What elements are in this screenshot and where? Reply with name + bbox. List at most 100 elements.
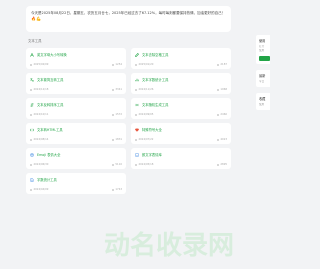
section-title: 文本工具	[28, 39, 42, 43]
card-title[interactable]: 文本去除空格工具	[142, 52, 168, 57]
main-content: 今天是2025年08月22日，星期五，农历五月廿七，2025年已经过去了67.1…	[26, 6, 231, 194]
card-date: 2025/02/09	[30, 63, 48, 66]
tool-card[interactable]: 字数统计工具 2024/04/09 1743	[26, 173, 126, 194]
eye-icon	[216, 88, 219, 91]
count-icon	[135, 78, 139, 82]
card-title[interactable]: 字数统计工具	[37, 177, 57, 182]
tool-card[interactable]: 文本随机生成工具 2024/09/05 2460	[131, 98, 231, 119]
card-views: 5110	[111, 163, 122, 166]
card-date-text: 2025/01/20	[138, 63, 154, 66]
card-date-text: 2024/05/18	[138, 163, 154, 166]
card-views-text: 1743	[115, 188, 122, 191]
clock-icon	[30, 188, 32, 191]
card-meta: 2024/12/18 3341	[30, 88, 122, 91]
sidebar-text: 今日	[259, 80, 265, 83]
eye-icon	[111, 88, 114, 91]
tool-card[interactable]: 文本繁简互转工具 2024/12/18 3341	[26, 73, 126, 94]
card-views: 1743	[111, 188, 122, 191]
clock-icon	[30, 138, 32, 141]
eye-icon	[111, 63, 114, 66]
eye-icon	[216, 63, 219, 66]
clock-icon	[30, 113, 32, 116]
card-views: 1254	[111, 63, 122, 66]
card-header: 字数统计工具	[30, 177, 122, 182]
doc-icon	[30, 177, 34, 182]
card-views-text: 2187	[220, 63, 227, 66]
eye-icon	[216, 113, 219, 116]
sidebar-heading: 使用	[259, 39, 266, 43]
card-views: 2187	[216, 63, 227, 66]
card-header: 特殊符号大全	[135, 127, 227, 132]
eye-icon	[111, 188, 114, 191]
card-title[interactable]: 文本繁简互转工具	[37, 77, 63, 82]
translate-icon	[30, 77, 34, 82]
tool-card[interactable]: 特殊符号大全 2024/07/22 4023	[131, 123, 231, 144]
card-views-text: 5110	[115, 163, 122, 166]
card-date-text: 2025/02/09	[33, 63, 49, 66]
eye-icon	[216, 138, 219, 141]
card-header: 文本字数统计工具	[135, 77, 227, 82]
card-views-text: 1254	[115, 63, 122, 66]
right-sidebar: 使用 打开 使用 最新 今日 收藏 使用	[256, 35, 270, 116]
tool-card[interactable]: 颜文字表情库 2024/05/18 2895	[131, 148, 231, 169]
eye-icon	[216, 163, 219, 166]
card-date-text: 2024/10/11	[33, 113, 49, 116]
card-date: 2024/06/30	[30, 163, 48, 166]
card-date: 2024/09/05	[135, 113, 153, 116]
eye-icon	[111, 138, 114, 141]
card-title[interactable]: 文本字数统计工具	[142, 77, 168, 82]
welcome-banner: 今天是2025年08月22日，星期五，农历五月廿七，2025年已经过去了67.1…	[26, 6, 231, 32]
card-header: 颜文字表情库	[135, 152, 227, 157]
card-date-text: 2024/07/22	[138, 138, 154, 141]
card-views: 1831	[111, 138, 122, 141]
tool-card[interactable]: 文本转HTML工具 2024/08/14 1831	[26, 123, 126, 144]
card-title[interactable]: 颜文字表情库	[142, 152, 162, 157]
banner-message: 今天是2025年08月22日，星期五，农历五月廿七，2025年已经过去了67.1…	[31, 11, 226, 15]
clock-icon	[135, 63, 137, 66]
card-header: 文本繁简互转工具	[30, 77, 122, 82]
card-title[interactable]: 特殊符号大全	[142, 127, 162, 132]
watermark-logo: 动名收录网	[104, 230, 234, 260]
card-date-text: 2024/04/09	[33, 188, 49, 191]
card-title[interactable]: 文本转HTML工具	[37, 127, 63, 132]
card-title[interactable]: Emoji 表情大全	[37, 152, 60, 157]
card-meta: 2024/08/14 1831	[30, 138, 122, 141]
edit-icon	[135, 52, 139, 57]
tool-card[interactable]: 英文字母大小写转换 2025/02/09 1254	[26, 48, 126, 69]
card-date-text: 2024/06/30	[33, 163, 49, 166]
card-date-text: 2024/11/26	[138, 88, 154, 91]
tool-card[interactable]: 文本字数统计工具 2024/11/26 1968	[131, 73, 231, 94]
card-title[interactable]: 文本反转排序工具	[37, 102, 63, 107]
card-views-text: 1831	[115, 138, 122, 141]
clock-icon	[135, 88, 137, 91]
card-meta: 2024/04/09 1743	[30, 188, 122, 191]
eye-icon	[111, 113, 114, 116]
sidebar-heading: 最新	[259, 74, 266, 78]
eye-icon	[111, 163, 114, 166]
card-title[interactable]: 文本随机生成工具	[142, 102, 168, 107]
card-date: 2024/12/18	[30, 88, 48, 91]
clock-icon	[30, 163, 32, 166]
tool-card[interactable]: 文本反转排序工具 2024/10/11 1572	[26, 98, 126, 119]
card-date: 2024/07/22	[135, 138, 153, 141]
sidebar-action-button[interactable]	[259, 56, 270, 61]
tool-card[interactable]: Emoji 表情大全 2024/06/30 5110	[26, 148, 126, 169]
font-icon	[30, 52, 34, 57]
card-date: 2024/11/26	[135, 88, 153, 91]
card-date: 2024/04/09	[30, 188, 48, 191]
face-icon	[135, 152, 139, 157]
card-views-text: 3341	[115, 88, 122, 91]
card-date-text: 2024/12/18	[33, 88, 49, 91]
clock-icon	[135, 138, 137, 141]
card-meta: 2024/05/18 2895	[135, 163, 227, 166]
heart-icon	[135, 127, 139, 132]
tool-card-grid: 英文字母大小写转换 2025/02/09 1254 文本去除空格工具 2025/01/2…	[26, 48, 231, 194]
card-views-text: 2895	[220, 163, 227, 166]
sidebar-text: 使用	[259, 103, 265, 106]
card-date: 2024/08/14	[30, 138, 48, 141]
card-views-text: 1572	[115, 113, 122, 116]
card-views: 1968	[216, 88, 227, 91]
tool-card[interactable]: 文本去除空格工具 2025/01/20 2187	[131, 48, 231, 69]
card-title[interactable]: 英文字母大小写转换	[37, 52, 67, 57]
sidebar-box-favorites: 收藏 使用	[256, 93, 270, 110]
